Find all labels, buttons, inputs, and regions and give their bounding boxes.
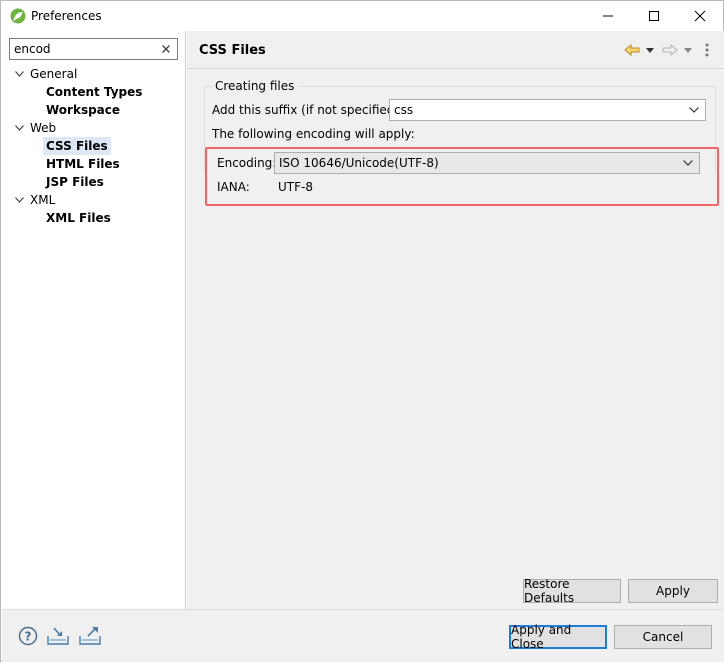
group-title: Creating files xyxy=(212,79,298,93)
suffix-select[interactable]: css xyxy=(389,99,706,121)
suffix-label: Add this suffix (if not specified): xyxy=(212,103,404,117)
tree-item-jsp-files[interactable]: JSP Files xyxy=(2,173,185,191)
filter-text: encod xyxy=(14,42,51,56)
encoding-value: ISO 10646/Unicode(UTF-8) xyxy=(279,156,439,170)
iana-label: IANA: xyxy=(217,180,250,194)
back-arrow-icon[interactable] xyxy=(623,41,641,59)
tree-item-label: Workspace xyxy=(46,103,121,117)
preference-tree-panel: encod General Content Types Workspace We… xyxy=(2,31,186,609)
tree-item-label: HTML Files xyxy=(46,157,120,171)
title-bar: Preferences xyxy=(1,1,723,31)
tree-item-css-files[interactable]: CSS Files xyxy=(2,137,185,155)
expand-chevron-icon[interactable] xyxy=(14,191,24,209)
chevron-down-icon xyxy=(680,155,696,171)
tree-item-workspace[interactable]: Workspace xyxy=(2,101,185,119)
apply-button[interactable]: Apply xyxy=(628,579,718,603)
tree-item-label: XML Files xyxy=(46,211,111,225)
page-header: CSS Files xyxy=(187,31,724,69)
back-dropdown-icon[interactable] xyxy=(644,41,656,59)
tree-item-general[interactable]: General xyxy=(2,65,185,83)
close-button[interactable] xyxy=(677,1,723,31)
encoding-label: Encoding: xyxy=(217,156,277,170)
page-title: CSS Files xyxy=(199,43,266,58)
preferences-window: Preferences encod General Content Types … xyxy=(0,0,724,662)
suffix-value: css xyxy=(394,103,414,117)
maximize-icon xyxy=(649,11,659,21)
close-icon xyxy=(694,10,706,22)
tree-item-xml[interactable]: XML xyxy=(2,191,185,209)
tree-item-label: Content Types xyxy=(46,85,143,99)
maximize-button[interactable] xyxy=(631,1,677,31)
tree-item-html-files[interactable]: HTML Files xyxy=(2,155,185,173)
encoding-select[interactable]: ISO 10646/Unicode(UTF-8) xyxy=(274,152,700,174)
help-icon[interactable]: ? xyxy=(16,625,40,647)
tree-item-label: JSP Files xyxy=(46,175,104,189)
export-icon[interactable] xyxy=(78,625,102,647)
expand-chevron-icon[interactable] xyxy=(14,65,24,83)
tree-item-content-types[interactable]: Content Types xyxy=(2,83,185,101)
minimize-button[interactable] xyxy=(585,1,631,31)
apply-and-close-button[interactable]: Apply and Close xyxy=(509,623,607,651)
app-icon xyxy=(10,8,26,24)
filter-input[interactable]: encod xyxy=(9,38,178,60)
preference-page: CSS Files Creating files Add this suffix… xyxy=(187,31,724,609)
tree-item-xml-files[interactable]: XML Files xyxy=(2,209,185,227)
clear-filter-icon[interactable] xyxy=(158,41,174,57)
minimize-icon xyxy=(603,15,613,17)
view-menu-icon[interactable] xyxy=(702,41,712,59)
expand-chevron-icon[interactable] xyxy=(14,119,24,137)
tree-item-web[interactable]: Web xyxy=(2,119,185,137)
tree-item-label: Web xyxy=(30,121,57,135)
iana-value: UTF-8 xyxy=(278,180,313,194)
cancel-button[interactable]: Cancel xyxy=(614,625,712,649)
tree-item-label: CSS Files xyxy=(43,137,111,155)
dialog-button-bar: ? Apply and Close Cancel xyxy=(2,609,724,662)
import-icon[interactable] xyxy=(46,625,70,647)
forward-arrow-icon[interactable] xyxy=(661,41,679,59)
encoding-note: The following encoding will apply: xyxy=(212,127,415,141)
window-title: Preferences xyxy=(31,9,102,23)
restore-defaults-button[interactable]: Restore Defaults xyxy=(523,577,621,605)
tree-item-label: XML xyxy=(30,193,56,207)
svg-text:?: ? xyxy=(25,630,32,644)
chevron-down-icon xyxy=(686,102,702,118)
forward-dropdown-icon[interactable] xyxy=(682,41,694,59)
tree-item-label: General xyxy=(30,67,78,81)
